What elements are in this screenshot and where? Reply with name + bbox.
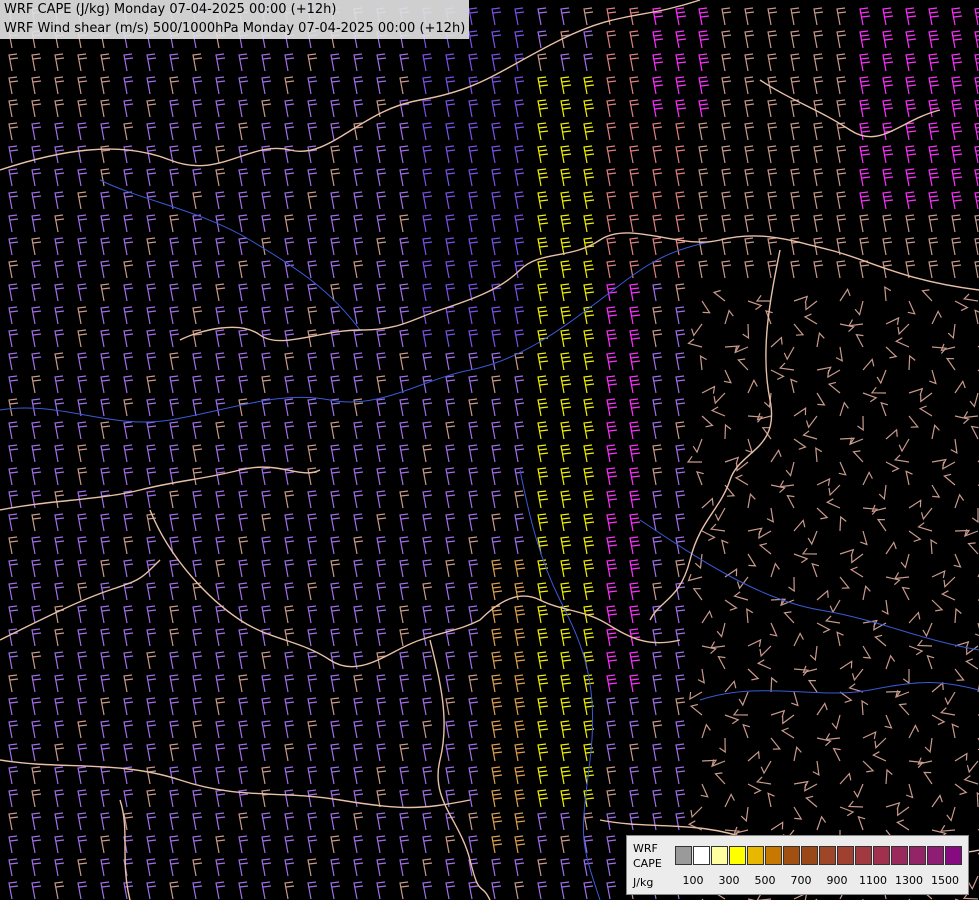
legend-tick-label: 1300 bbox=[895, 874, 923, 887]
legend-swatch bbox=[891, 846, 908, 865]
map-title-box: WRF CAPE (J/kg) Monday 07-04-2025 00:00 … bbox=[0, 0, 470, 39]
legend-swatch bbox=[855, 846, 872, 865]
legend-tick-label: 300 bbox=[718, 874, 740, 887]
legend-swatch bbox=[945, 846, 962, 865]
legend-swatch bbox=[927, 846, 944, 865]
legend-label-wrf: WRF bbox=[633, 842, 658, 855]
legend-tick-label: 900 bbox=[826, 874, 848, 887]
legend-ticks: 100 300 500 700 900 1100 1300 1500 bbox=[675, 874, 965, 888]
legend-swatch bbox=[675, 846, 692, 865]
legend-swatch bbox=[729, 846, 746, 865]
cape-legend: WRF CAPE J/kg 100 300 500 700 900 1100 1300 150… bbox=[626, 835, 969, 895]
legend-label-cape: CAPE bbox=[633, 857, 662, 870]
legend-color-scale bbox=[675, 846, 963, 865]
legend-swatch bbox=[819, 846, 836, 865]
legend-swatch bbox=[693, 846, 710, 865]
wind-shear-title: WRF Wind shear (m/s) 500/1000hPa Monday … bbox=[4, 21, 466, 36]
cape-title: WRF CAPE (J/kg) Monday 07-04-2025 00:00 … bbox=[4, 2, 337, 17]
legend-swatch bbox=[801, 846, 818, 865]
legend-swatch bbox=[711, 846, 728, 865]
legend-tick-label: 700 bbox=[790, 874, 812, 887]
legend-swatch bbox=[765, 846, 782, 865]
legend-tick-label: 100 bbox=[682, 874, 704, 887]
legend-label-units: J/kg bbox=[633, 876, 654, 889]
legend-swatch bbox=[783, 846, 800, 865]
legend-swatch bbox=[837, 846, 854, 865]
legend-swatch bbox=[873, 846, 890, 865]
map-background bbox=[0, 0, 979, 900]
legend-tick-label: 500 bbox=[754, 874, 776, 887]
weather-map bbox=[0, 0, 979, 900]
legend-swatch bbox=[909, 846, 926, 865]
legend-tick-label: 1500 bbox=[931, 874, 959, 887]
legend-tick-label: 1100 bbox=[859, 874, 887, 887]
legend-swatch bbox=[747, 846, 764, 865]
